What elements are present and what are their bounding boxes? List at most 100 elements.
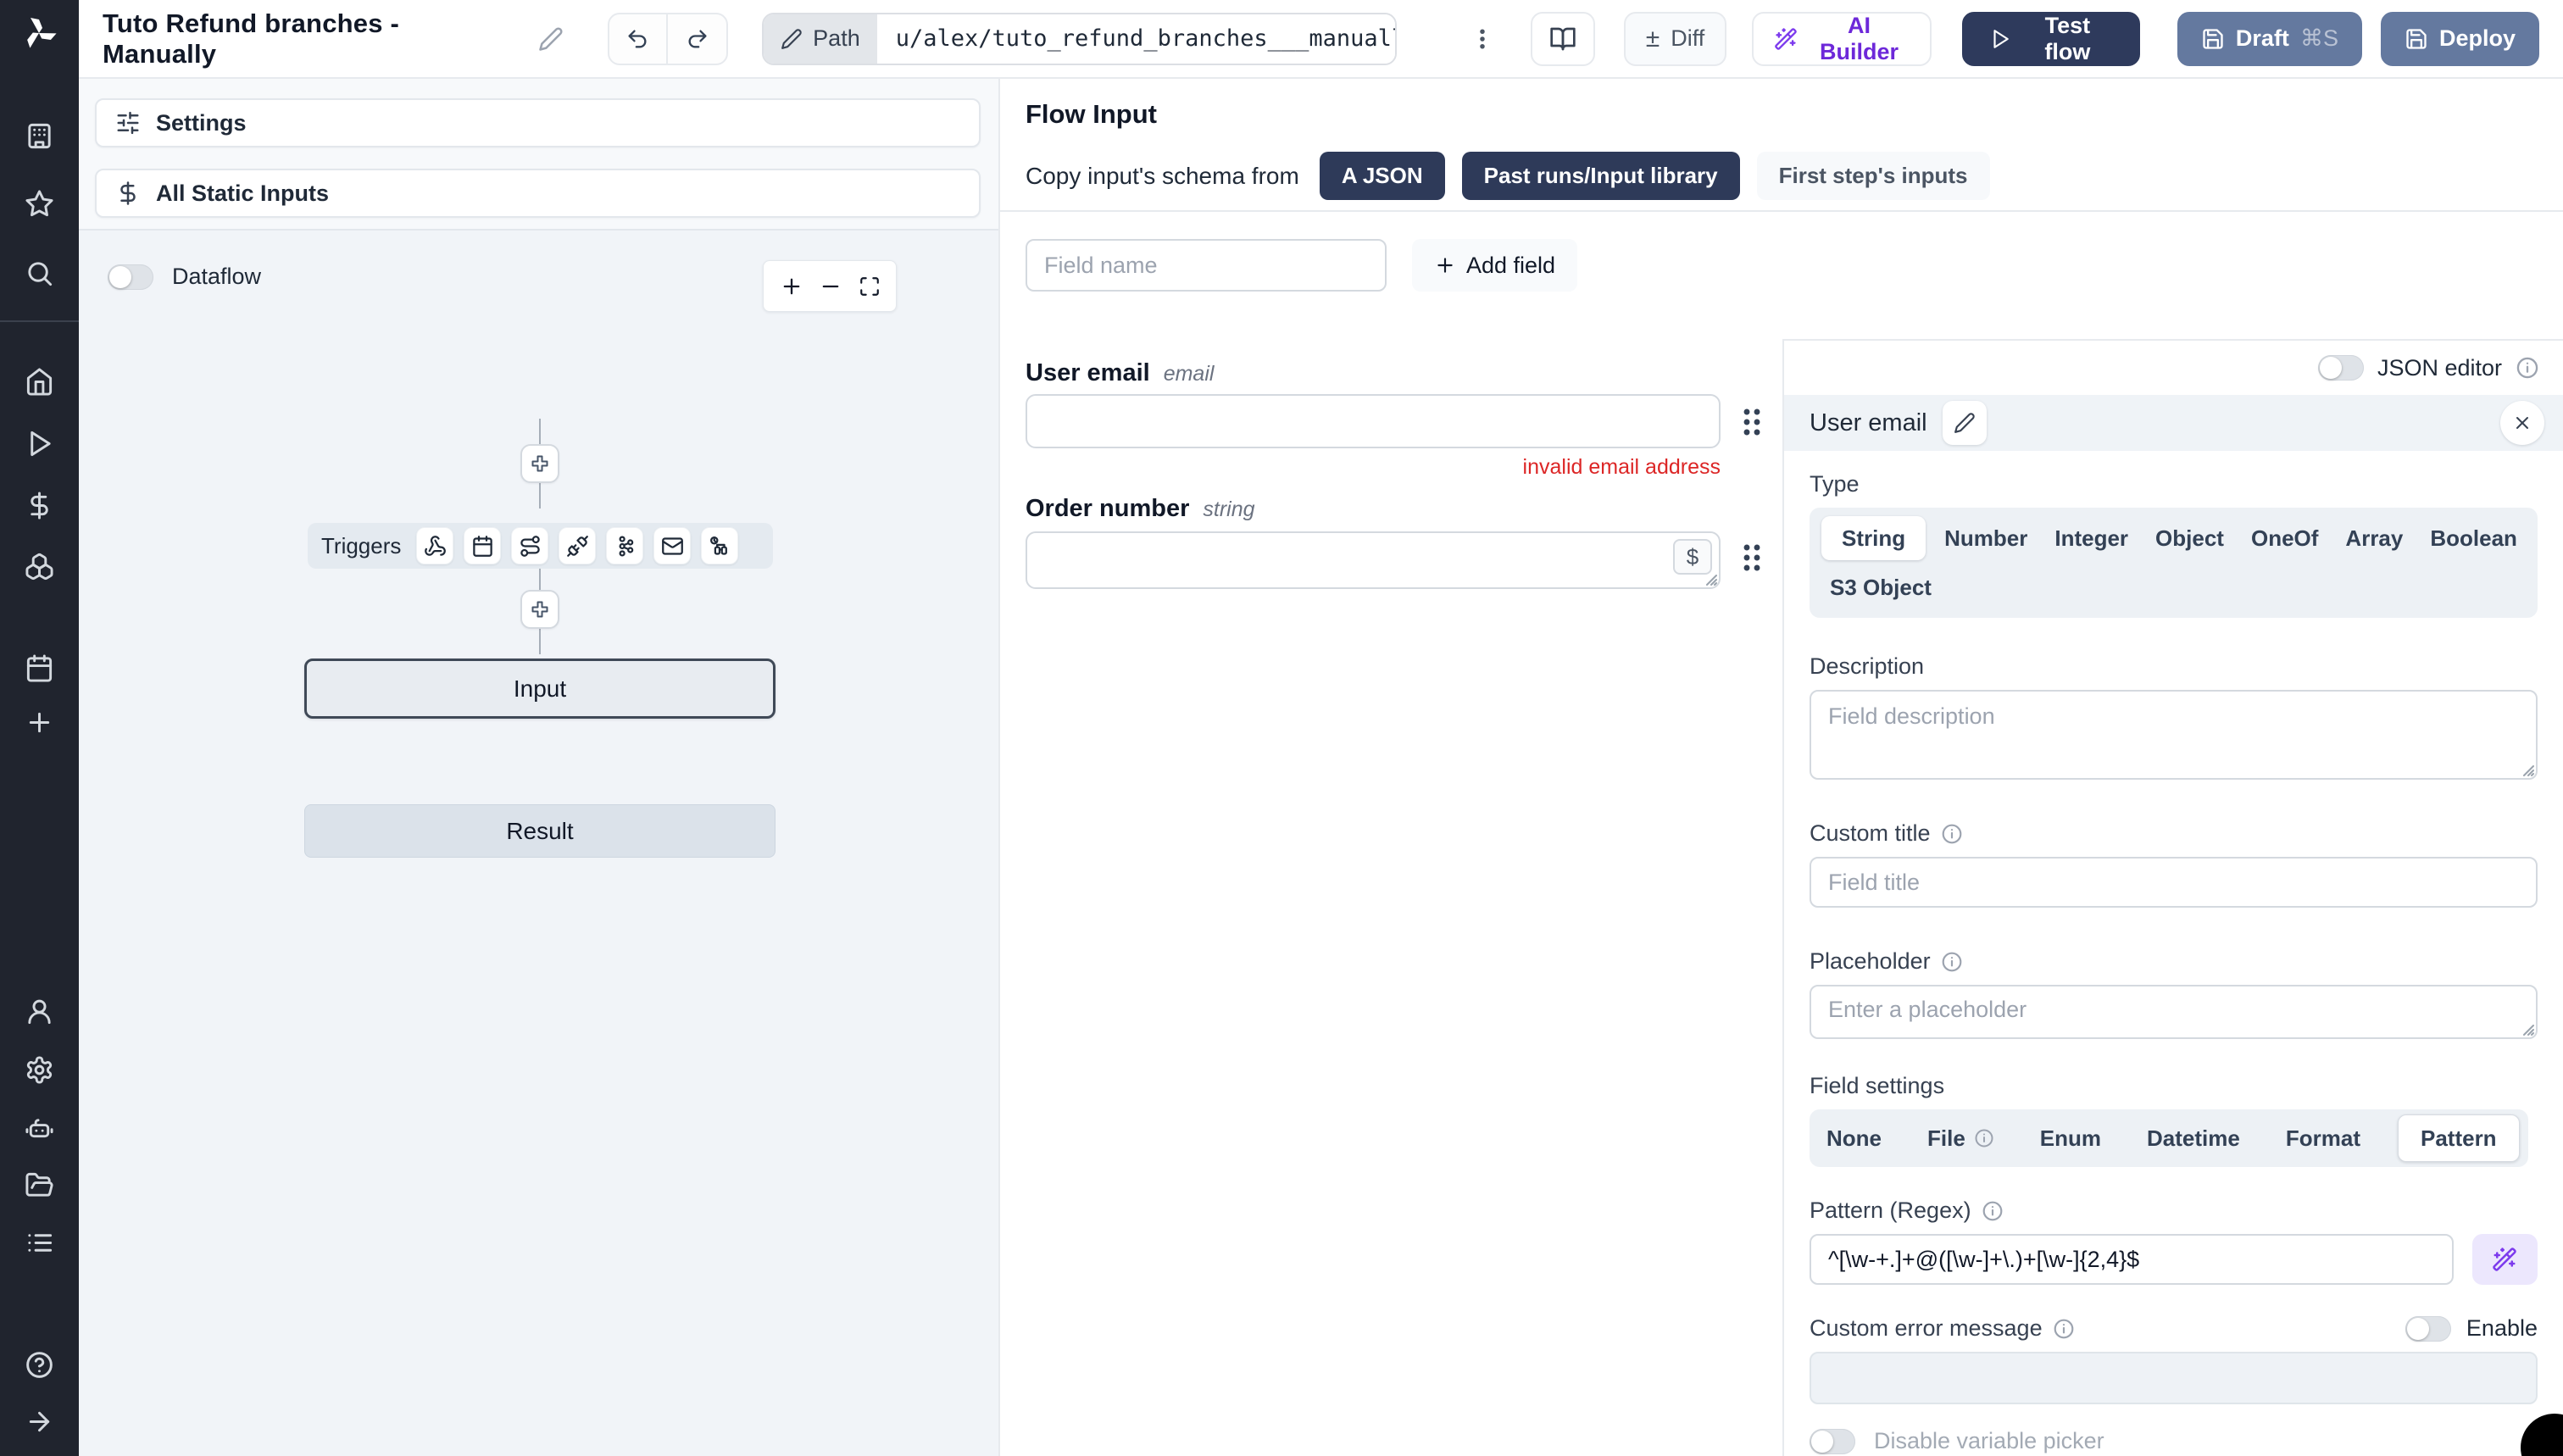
user-email-value-input[interactable]	[1026, 394, 1721, 448]
type-s3-object-button[interactable]: S3 Object	[1821, 565, 1940, 609]
type-integer-button[interactable]: Integer	[2046, 516, 2137, 560]
users-icon[interactable]	[25, 997, 54, 1026]
content-row: Settings All Static Inputs Dataflow Trig…	[79, 79, 2563, 1456]
setting-file-button[interactable]: File	[1919, 1118, 2003, 1159]
flow-title: Tuto Refund branches - Manually	[103, 8, 399, 69]
copy-from-past-runs-button[interactable]: Past runs/Input library	[1461, 152, 1740, 200]
field-order-number-type: string	[1203, 497, 1255, 521]
rename-field-pencil-icon[interactable]	[1942, 401, 1987, 445]
email-trigger-icon[interactable]	[653, 527, 692, 564]
undo-button[interactable]	[609, 14, 668, 64]
docs-book-button[interactable]	[1530, 11, 1595, 66]
setting-enum-button[interactable]: Enum	[2032, 1118, 2110, 1159]
websocket-trigger-icon[interactable]	[559, 527, 597, 564]
folders-icon[interactable]	[25, 1170, 54, 1200]
dataflow-toggle[interactable]	[108, 264, 153, 290]
kafka-trigger-icon[interactable]	[606, 527, 644, 564]
settings-gear-icon[interactable]	[25, 1055, 54, 1085]
add-plus-icon[interactable]	[25, 708, 54, 737]
all-static-inputs-button[interactable]: All Static Inputs	[95, 169, 981, 218]
flow-canvas[interactable]: Dataflow Triggers Input Result	[79, 229, 998, 1456]
copy-from-json-button[interactable]: A JSON	[1319, 152, 1445, 200]
test-flow-button[interactable]: Test flow	[1961, 11, 2140, 66]
add-field-button[interactable]: Add field	[1412, 239, 1578, 292]
runs-play-icon[interactable]	[25, 429, 54, 458]
info-icon[interactable]	[1982, 1200, 2004, 1222]
info-icon[interactable]	[2053, 1318, 2075, 1340]
info-icon[interactable]	[1941, 951, 1963, 973]
placeholder-textarea[interactable]	[1810, 985, 2538, 1039]
info-icon[interactable]	[2516, 356, 2539, 380]
path-value[interactable]: u/alex/tuto_refund_branches___manually	[876, 14, 1395, 64]
home-icon[interactable]	[25, 367, 54, 397]
setting-none-button[interactable]: None	[1818, 1118, 1890, 1159]
ai-robot-icon[interactable]	[25, 1113, 54, 1142]
custom-error-enable-toggle[interactable]	[2405, 1315, 2451, 1342]
zoom-in-button[interactable]	[780, 275, 803, 298]
info-icon[interactable]	[1941, 823, 1963, 845]
custom-title-input[interactable]	[1810, 857, 2538, 908]
ai-builder-button[interactable]: AI Builder	[1752, 11, 1932, 66]
collapse-arrow-icon[interactable]	[25, 1407, 54, 1437]
type-array-button[interactable]: Array	[2337, 516, 2411, 560]
help-icon[interactable]	[25, 1350, 54, 1380]
drag-handle-icon[interactable]	[1739, 540, 1765, 580]
favorites-star-icon[interactable]	[25, 189, 54, 219]
zoom-out-button[interactable]	[819, 275, 842, 298]
edit-title-pencil-icon[interactable]	[538, 26, 564, 52]
generate-regex-wand-button[interactable]	[2471, 1234, 2538, 1285]
redo-button[interactable]	[668, 14, 726, 64]
setting-pattern-button[interactable]: Pattern	[2397, 1114, 2520, 1162]
deploy-button[interactable]: Deploy	[2380, 11, 2539, 66]
schedule-trigger-icon[interactable]	[464, 527, 502, 564]
setting-datetime-button[interactable]: Datetime	[2138, 1118, 2249, 1159]
webhook-trigger-icon[interactable]	[416, 527, 454, 564]
dollar-icon	[120, 181, 136, 205]
custom-error-message-input[interactable]	[1810, 1352, 2538, 1404]
windmill-logo-icon[interactable]	[19, 13, 59, 53]
info-icon	[1974, 1128, 1994, 1148]
search-icon[interactable]	[25, 258, 54, 288]
add-step-button[interactable]	[520, 590, 559, 629]
more-options-kebab-icon[interactable]	[1470, 26, 1495, 52]
draft-button[interactable]: Draft ⌘S	[2177, 11, 2362, 66]
drag-handle-icon[interactable]	[1739, 404, 1765, 444]
logs-list-icon[interactable]	[25, 1228, 54, 1258]
placeholder-label: Placeholder	[1810, 948, 1931, 974]
variables-dollar-icon[interactable]	[25, 491, 54, 520]
http-route-trigger-icon[interactable]	[511, 527, 549, 564]
copy-from-first-step-button[interactable]: First step's inputs	[1756, 152, 1990, 200]
description-label: Description	[1810, 653, 1925, 679]
topbar: Tuto Refund branches - Manually Path u/a…	[79, 0, 2563, 79]
close-panel-icon[interactable]	[2500, 401, 2544, 445]
setting-format-button[interactable]: Format	[2277, 1118, 2369, 1159]
save-icon	[2203, 28, 2223, 49]
type-oneof-button[interactable]: OneOf	[2243, 516, 2327, 560]
disable-variable-picker-toggle[interactable]	[1810, 1428, 1855, 1454]
path-field[interactable]: Path u/alex/tuto_refund_branches___manua…	[762, 12, 1397, 65]
flow-settings-button[interactable]: Settings	[95, 98, 981, 147]
enable-label: Enable	[2466, 1315, 2538, 1341]
scheduled-poll-trigger-icon[interactable]	[701, 527, 739, 564]
type-number-button[interactable]: Number	[1936, 516, 2036, 560]
type-string-button[interactable]: String	[1821, 516, 1926, 560]
type-boolean-button[interactable]: Boolean	[2421, 516, 2526, 560]
triggers-node[interactable]: Triggers	[308, 523, 773, 569]
selected-field-header: User email	[1784, 395, 2563, 451]
field-name-input[interactable]	[1026, 239, 1387, 292]
workspace-icon[interactable]	[25, 121, 54, 151]
diff-button[interactable]: ± Diff	[1623, 11, 1727, 66]
type-object-button[interactable]: Object	[2147, 516, 2232, 560]
insert-variable-button[interactable]: $	[1673, 539, 1712, 575]
result-node[interactable]: Result	[304, 804, 776, 858]
add-step-button[interactable]	[520, 444, 559, 483]
description-textarea[interactable]	[1810, 690, 2538, 780]
resources-boxes-icon[interactable]	[25, 552, 54, 581]
custom-error-label: Custom error message	[1810, 1315, 2043, 1341]
order-number-value-input[interactable]	[1026, 531, 1721, 589]
pattern-regex-input[interactable]	[1810, 1234, 2454, 1285]
input-node[interactable]: Input	[304, 659, 776, 719]
fit-view-button[interactable]	[859, 275, 881, 297]
schedules-calendar-icon[interactable]	[25, 653, 54, 683]
json-editor-toggle[interactable]	[2317, 355, 2364, 381]
